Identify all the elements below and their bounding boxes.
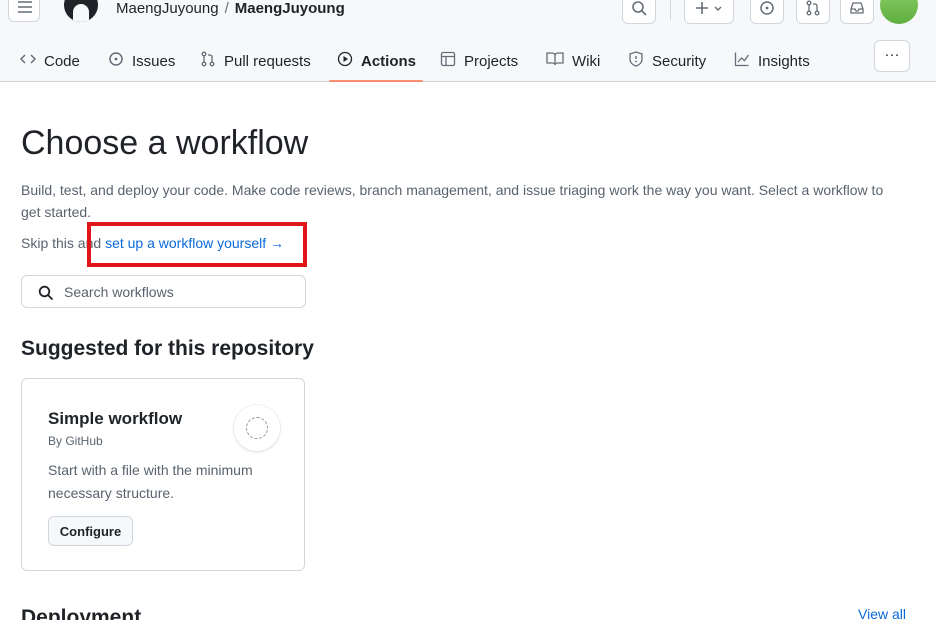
avatar[interactable] xyxy=(880,0,918,24)
tab-issues[interactable]: Issues xyxy=(108,40,175,82)
workflow-card: Simple workflow By GitHub Start with a f… xyxy=(21,378,305,571)
tab-label: Code xyxy=(44,52,80,70)
issue-icon xyxy=(108,51,124,71)
pull-request-icon xyxy=(806,0,820,16)
repo-header: MaengJuyoung / MaengJuyoung Code Issues xyxy=(0,0,936,82)
breadcrumb-repo[interactable]: MaengJuyoung xyxy=(235,0,345,17)
breadcrumb-separator: / xyxy=(224,0,229,17)
active-tab-indicator xyxy=(329,80,423,82)
workflow-card-title: Simple workflow xyxy=(48,409,183,428)
breadcrumb: MaengJuyoung / MaengJuyoung xyxy=(116,0,345,17)
workflow-placeholder-icon xyxy=(234,405,280,451)
tab-code[interactable]: Code xyxy=(19,40,80,82)
github-logo-icon[interactable] xyxy=(64,0,98,22)
pull-request-icon xyxy=(200,51,216,71)
annotation-highlight-box xyxy=(87,222,307,267)
table-icon xyxy=(440,51,456,71)
page-title: Choose a workflow xyxy=(21,124,309,162)
repo-nav: Code Issues Pull requests Actions Projec… xyxy=(0,40,936,82)
plus-caret-icon xyxy=(696,2,722,14)
tab-projects[interactable]: Projects xyxy=(440,40,518,82)
issue-icon xyxy=(760,1,774,15)
top-bar: MaengJuyoung / MaengJuyoung xyxy=(0,0,936,34)
suggested-heading: Suggested for this repository xyxy=(21,337,314,360)
breadcrumb-owner[interactable]: MaengJuyoung xyxy=(116,0,219,17)
view-all-link[interactable]: View all xyxy=(858,606,906,620)
divider xyxy=(670,0,671,20)
deployment-heading: Deployment xyxy=(21,606,142,620)
tab-label: Security xyxy=(652,52,707,70)
configure-button[interactable]: Configure xyxy=(48,516,133,546)
tab-insights[interactable]: Insights xyxy=(734,40,810,82)
tab-label: Projects xyxy=(464,52,519,70)
graph-icon xyxy=(734,51,750,71)
shield-icon xyxy=(628,51,644,71)
page-description: Build, test, and deploy your code. Make … xyxy=(21,182,884,220)
workflow-card-author: By GitHub xyxy=(48,434,103,448)
book-icon xyxy=(546,51,564,71)
tab-pull-requests[interactable]: Pull requests xyxy=(200,40,311,82)
create-new-button[interactable] xyxy=(684,0,734,24)
search-icon xyxy=(632,1,647,16)
hamburger-icon xyxy=(18,1,32,13)
inbox-icon xyxy=(850,2,864,14)
code-icon xyxy=(19,51,37,71)
issues-button[interactable] xyxy=(750,0,784,24)
search-workflows-input[interactable] xyxy=(64,282,294,302)
tab-wiki[interactable]: Wiki xyxy=(546,40,600,82)
tab-label: Pull requests xyxy=(224,52,311,70)
tab-security[interactable]: Security xyxy=(628,40,706,82)
tab-label: Actions xyxy=(361,52,417,70)
search-button[interactable] xyxy=(622,0,656,24)
tab-label: Wiki xyxy=(572,52,601,70)
tab-actions[interactable]: Actions xyxy=(337,40,416,82)
workflow-card-description: Start with a file with the minimum neces… xyxy=(48,462,253,501)
menu-button[interactable] xyxy=(8,0,40,22)
play-icon xyxy=(337,51,353,71)
search-icon xyxy=(38,285,54,301)
more-tabs-button[interactable]: ··· xyxy=(874,40,910,72)
tab-label: Insights xyxy=(758,52,810,70)
search-workflows-box[interactable] xyxy=(21,275,306,308)
inbox-button[interactable] xyxy=(840,0,874,24)
tab-label: Issues xyxy=(132,52,176,70)
pull-requests-button[interactable] xyxy=(796,0,830,24)
